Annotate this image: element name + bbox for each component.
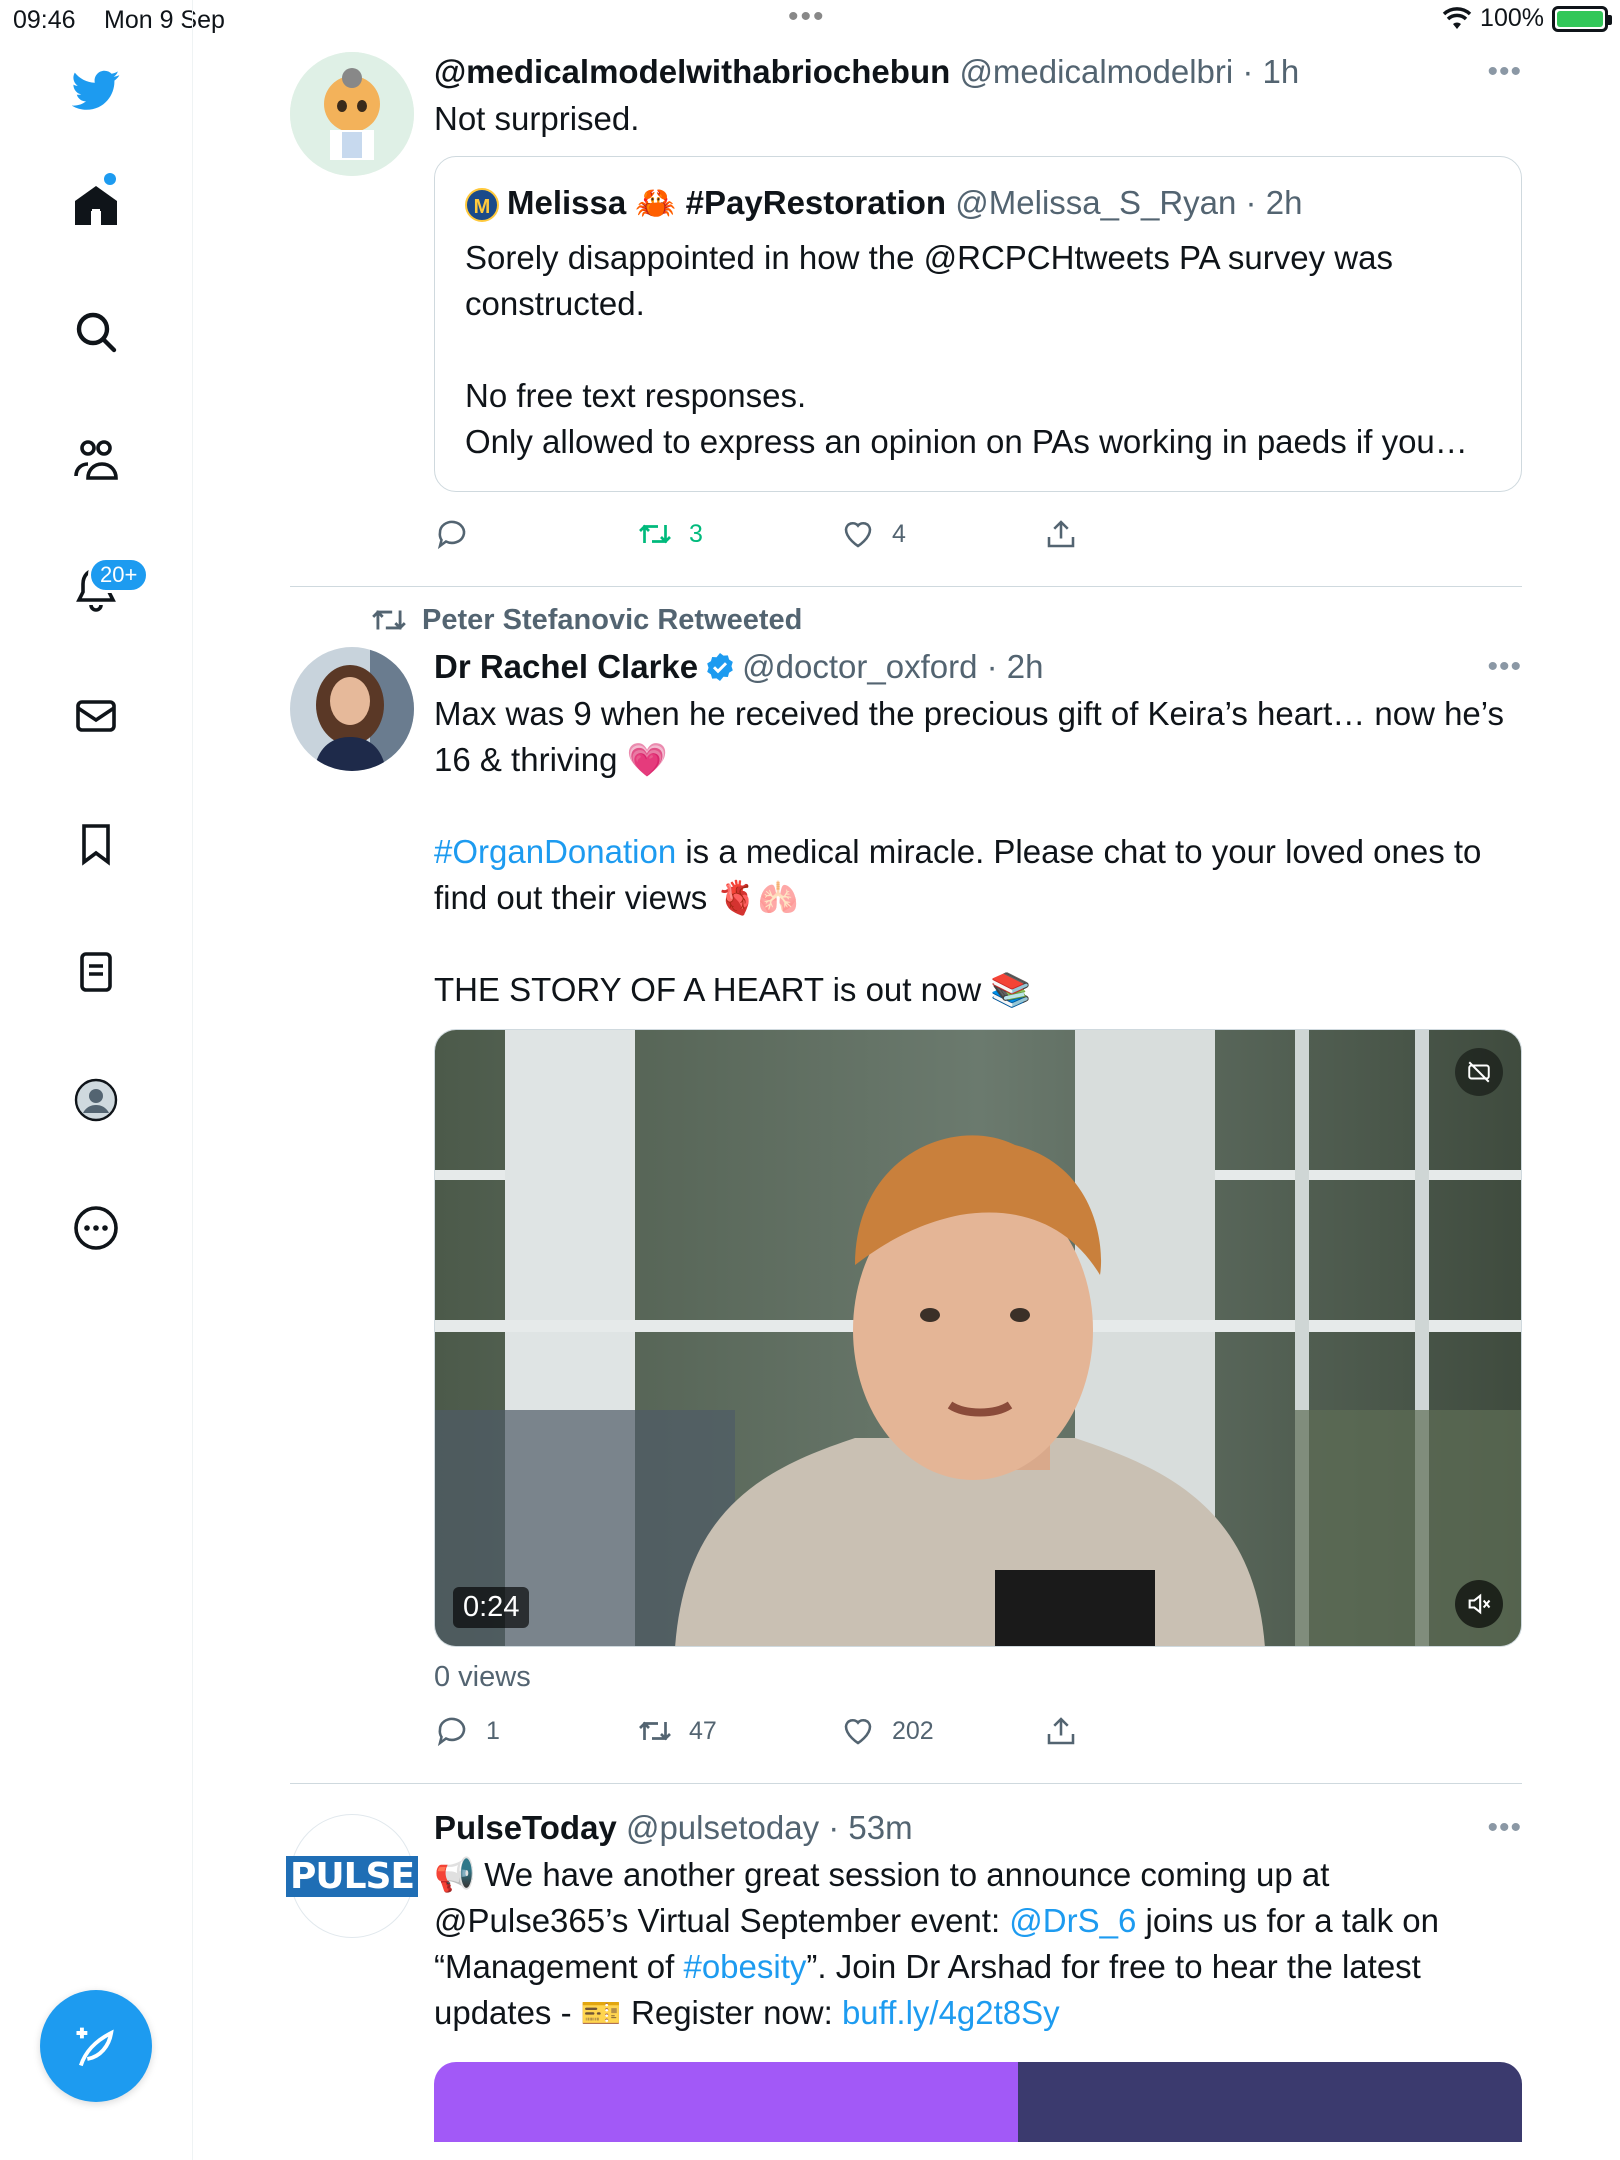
reply-button[interactable]: 1 bbox=[434, 1713, 637, 1749]
tweet-actions: 3 4 bbox=[434, 504, 1522, 564]
tweet[interactable]: PULSE PulseToday @pulsetoday · 53m ••• 📢… bbox=[285, 1784, 1522, 2142]
tweet-text: Max was 9 when he received the precious … bbox=[434, 691, 1522, 1013]
retweet-button[interactable]: 47 bbox=[637, 1713, 840, 1749]
reply-count: 1 bbox=[486, 1716, 500, 1745]
more-options-button[interactable]: ••• bbox=[1487, 645, 1522, 689]
like-count: 202 bbox=[892, 1716, 934, 1745]
media-card-left bbox=[434, 2062, 1018, 2142]
quoted-tweet-time: 2h bbox=[1265, 184, 1303, 221]
quoted-tweet-text: Sorely disappointed in how the @RCPCHtwe… bbox=[465, 239, 1468, 460]
hashtag-link[interactable]: #OrganDonation bbox=[434, 833, 676, 870]
hashtag-link[interactable]: #obesity bbox=[683, 1948, 806, 1985]
lists-icon[interactable] bbox=[66, 942, 126, 1002]
tweet-header: Dr Rachel Clarke @doctor_oxford · 2h ••• bbox=[434, 645, 1522, 689]
speaker-muted-icon bbox=[1468, 1593, 1491, 1615]
status-bar: 09:46 Mon 9 Sep ••• 100% bbox=[0, 0, 1620, 40]
wifi-icon bbox=[1442, 6, 1472, 29]
more-options-button[interactable]: ••• bbox=[1487, 50, 1522, 94]
retweeted-by-line[interactable]: Peter Stefanovic Retweeted bbox=[370, 595, 1522, 645]
retweet-icon bbox=[639, 1721, 671, 1741]
mute-button[interactable] bbox=[1455, 1580, 1503, 1628]
like-button[interactable]: 202 bbox=[840, 1713, 1043, 1749]
home-icon[interactable] bbox=[66, 175, 126, 235]
url-link[interactable]: buff.ly/4g2t8Sy bbox=[842, 1994, 1060, 2031]
user-handle[interactable]: @doctor_oxford bbox=[742, 648, 977, 685]
battery-percent: 100% bbox=[1480, 4, 1544, 32]
quoted-user-handle: @Melissa_S_Ryan bbox=[955, 184, 1237, 221]
quoted-tweet-header: M Melissa 🦀 #PayRestoration @Melissa_S_Ry… bbox=[465, 181, 1491, 225]
retweet-icon bbox=[639, 524, 671, 544]
media-card-right bbox=[1018, 2062, 1522, 2142]
quoted-tweet[interactable]: M Melissa 🦀 #PayRestoration @Melissa_S_Ry… bbox=[434, 156, 1522, 492]
messages-icon[interactable] bbox=[66, 686, 126, 746]
captions-icon bbox=[1468, 1061, 1490, 1083]
tweet-time[interactable]: 2h bbox=[1007, 648, 1044, 685]
like-button[interactable]: 4 bbox=[840, 516, 1043, 552]
video-thumbnail bbox=[435, 1030, 1521, 1646]
video-duration: 0:24 bbox=[453, 1587, 530, 1628]
more-options-button[interactable]: ••• bbox=[1487, 1806, 1522, 1850]
retweet-count: 3 bbox=[689, 519, 703, 548]
multitasking-dots[interactable]: ••• bbox=[788, 0, 826, 34]
reply-icon bbox=[437, 520, 466, 550]
user-avatar[interactable]: PULSE bbox=[285, 1814, 419, 1938]
twitter-logo-icon[interactable] bbox=[66, 60, 126, 120]
tweet-header: @medicalmodelwithabriochebun @medicalmod… bbox=[434, 50, 1522, 94]
user-avatar[interactable] bbox=[290, 52, 414, 176]
media-card-preview[interactable] bbox=[434, 2062, 1522, 2142]
bookmarks-icon[interactable] bbox=[66, 814, 126, 874]
user-avatar[interactable] bbox=[290, 647, 414, 771]
timeline-feed: @medicalmodelwithabriochebun @medicalmod… bbox=[285, 40, 1522, 2142]
video-player[interactable]: 0:24 bbox=[434, 1029, 1522, 1647]
status-right: 100% bbox=[1442, 4, 1612, 33]
mention-link[interactable]: @DrS_6 bbox=[1009, 1902, 1136, 1939]
pulse-logo-text: PULSE bbox=[285, 1855, 419, 1897]
tweet[interactable]: Peter Stefanovic Retweeted Dr Rachel Cla… bbox=[290, 587, 1522, 1784]
retweeted-by-text: Peter Stefanovic Retweeted bbox=[422, 603, 803, 636]
compose-feather-icon bbox=[76, 2027, 114, 2067]
home-unread-dot bbox=[104, 173, 116, 185]
heart-icon bbox=[844, 1718, 872, 1745]
heart-icon bbox=[844, 521, 872, 548]
tweet-header: PulseToday @pulsetoday · 53m ••• bbox=[434, 1806, 1522, 1850]
tweet-text: Not surprised. bbox=[434, 100, 640, 137]
user-handle[interactable]: @medicalmodelbri bbox=[959, 53, 1233, 90]
tweet-actions: 1 47 202 bbox=[434, 1701, 1522, 1761]
communities-icon[interactable] bbox=[66, 430, 126, 490]
tweet-time[interactable]: 1h bbox=[1263, 53, 1300, 90]
tweet-time[interactable]: 53m bbox=[848, 1809, 912, 1846]
verified-badge-icon bbox=[707, 653, 733, 681]
tweet-text-part: THE STORY OF A HEART is out now 📚 bbox=[434, 971, 1032, 1008]
display-name[interactable]: Dr Rachel Clarke bbox=[434, 648, 698, 685]
sidebar: 20+ bbox=[0, 0, 193, 2160]
reply-icon bbox=[437, 1717, 466, 1747]
display-name[interactable]: @medicalmodelwithabriochebun bbox=[434, 53, 950, 90]
search-icon[interactable] bbox=[66, 302, 126, 362]
share-icon bbox=[1047, 520, 1075, 548]
profile-avatar-icon[interactable] bbox=[66, 1070, 126, 1130]
compose-tweet-button[interactable] bbox=[40, 1990, 152, 2102]
retweet-count: 47 bbox=[689, 1716, 717, 1745]
like-count: 4 bbox=[892, 519, 906, 548]
display-name[interactable]: PulseToday bbox=[434, 1809, 617, 1846]
view-count: 0 views bbox=[434, 1661, 531, 1693]
reply-button[interactable] bbox=[434, 516, 637, 552]
notifications-badge: 20+ bbox=[88, 557, 150, 593]
tweet-text-part: Max was 9 when he received the precious … bbox=[434, 695, 1514, 778]
user-handle[interactable]: @pulsetoday bbox=[626, 1809, 819, 1846]
share-button[interactable] bbox=[1043, 1713, 1246, 1749]
retweet-button[interactable]: 3 bbox=[637, 516, 840, 552]
quoted-user-avatar: M bbox=[465, 188, 499, 223]
battery-icon bbox=[1552, 5, 1612, 32]
share-button[interactable] bbox=[1043, 516, 1246, 552]
captions-button[interactable] bbox=[1455, 1048, 1503, 1096]
tweet-text: 📢 We have another great session to annou… bbox=[434, 1852, 1522, 2036]
tweet[interactable]: @medicalmodelwithabriochebun @medicalmod… bbox=[290, 40, 1522, 587]
retweet-small-icon bbox=[372, 610, 406, 630]
more-options-icon[interactable] bbox=[66, 1198, 126, 1258]
quoted-display-name: Melissa 🦀 #PayRestoration bbox=[507, 184, 947, 221]
share-icon bbox=[1047, 1717, 1075, 1745]
